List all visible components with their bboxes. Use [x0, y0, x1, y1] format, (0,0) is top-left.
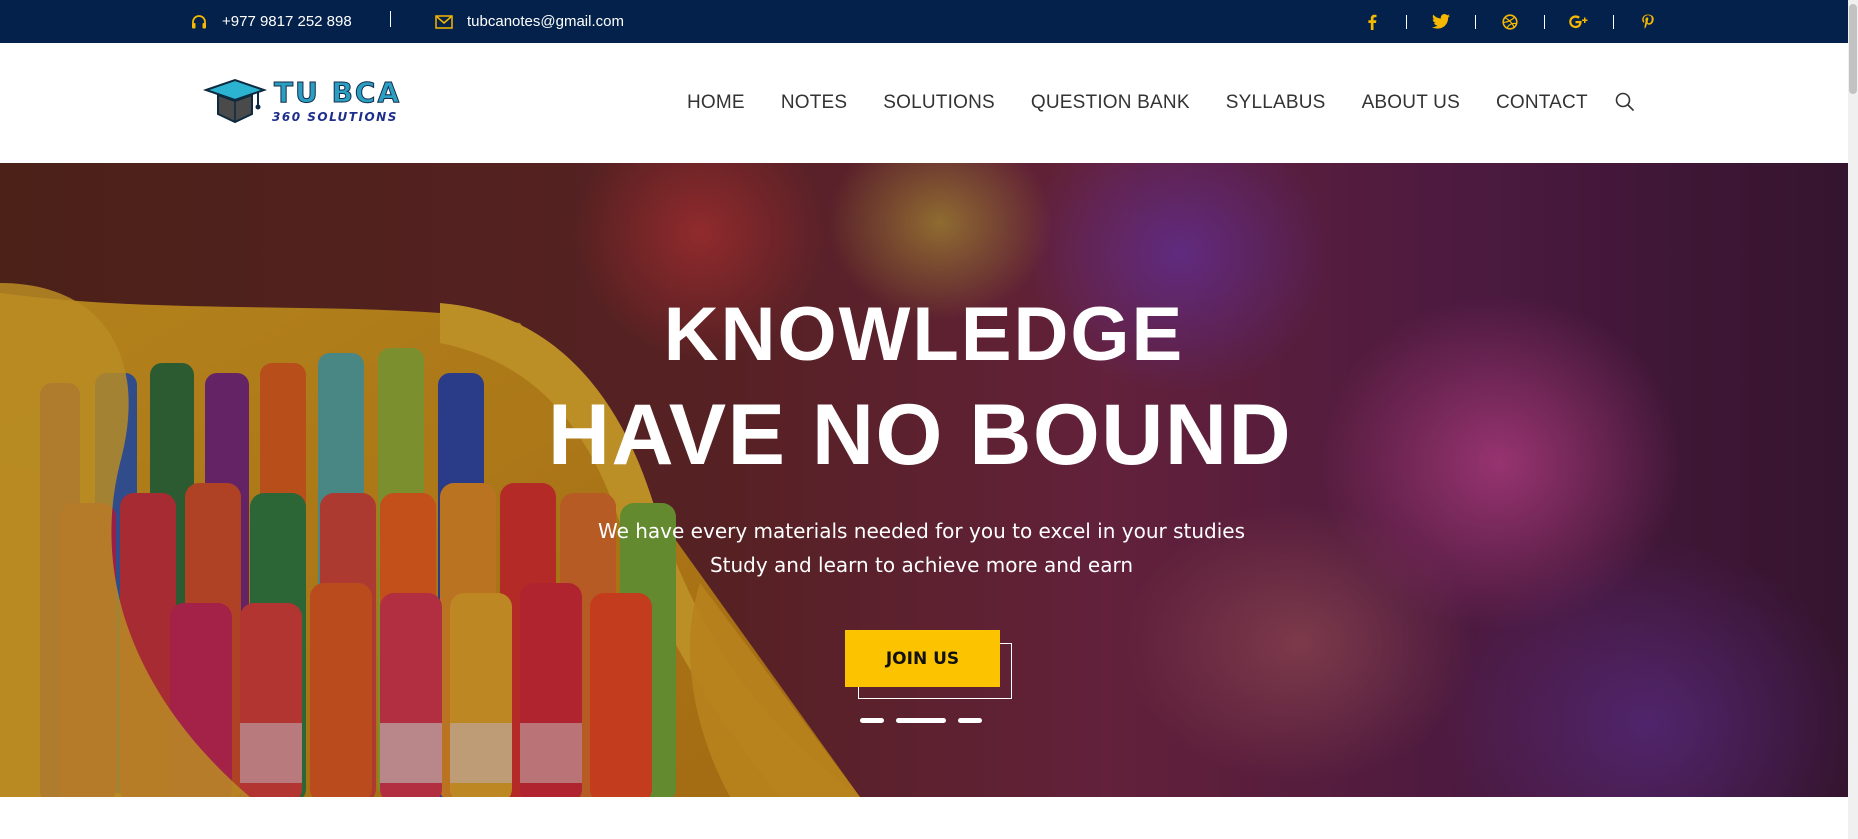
phone-number: +977 9817 252 898 — [222, 13, 352, 30]
join-us-button[interactable]: JOIN US — [845, 630, 1000, 687]
nav-home[interactable]: HOME — [687, 92, 745, 114]
envelope-icon — [435, 13, 453, 31]
phone-contact[interactable]: +977 9817 252 898 — [190, 0, 352, 43]
logo-subtitle: 360 SOLUTIONS — [272, 110, 398, 124]
divider — [1475, 14, 1476, 29]
nav-syllabus[interactable]: SYLLABUS — [1226, 92, 1326, 114]
hero-subtitle-line1: We have every materials needed for you t… — [597, 519, 1246, 543]
scrollbar-thumb[interactable] — [1849, 4, 1857, 94]
slider-dot[interactable] — [958, 718, 982, 723]
nav-solutions[interactable]: SOLUTIONS — [883, 92, 995, 114]
slider-pagination — [860, 718, 994, 723]
nav-notes[interactable]: NOTES — [781, 92, 847, 114]
email-address: tubcanotes@gmail.com — [467, 13, 624, 30]
site-header: TU BCA 360 SOLUTIONS HOME NOTES SOLUTION… — [0, 43, 1848, 163]
hero-title-line1: KNOWLEDGE — [663, 292, 1185, 377]
search-icon[interactable] — [1614, 91, 1636, 113]
divider — [1544, 14, 1545, 29]
google-plus-icon[interactable] — [1569, 12, 1589, 32]
twitter-icon[interactable] — [1431, 12, 1451, 32]
facebook-icon[interactable] — [1362, 12, 1382, 32]
divider — [1613, 14, 1614, 29]
scrollbar[interactable] — [1848, 0, 1858, 839]
social-links — [1362, 0, 1658, 43]
dribbble-icon[interactable] — [1500, 12, 1520, 32]
top-bar: +977 9817 252 898 tubcanotes@gmail.com — [0, 0, 1848, 43]
hero-title-line2: HAVE NO BOUND — [547, 387, 1293, 483]
nav-question-bank[interactable]: QUESTION BANK — [1031, 92, 1190, 114]
slider-dot[interactable] — [860, 718, 884, 723]
nav-about-us[interactable]: ABOUT US — [1362, 92, 1460, 114]
logo-title: TU BCA — [273, 76, 402, 110]
pinterest-icon[interactable] — [1638, 12, 1658, 32]
email-contact[interactable]: tubcanotes@gmail.com — [435, 0, 624, 43]
hero-subtitle-line2: Study and learn to achieve more and earn — [709, 553, 1134, 577]
divider — [1406, 14, 1407, 29]
headphones-icon — [190, 13, 208, 31]
nav-contact[interactable]: CONTACT — [1496, 92, 1588, 114]
hero-slider: KNOWLEDGE HAVE NO BOUND We have every ma… — [0, 163, 1848, 797]
graduation-cap-icon — [202, 78, 268, 124]
site-logo[interactable]: TU BCA 360 SOLUTIONS — [202, 76, 407, 128]
join-us-cta: JOIN US — [845, 630, 1013, 700]
slider-dot-active[interactable] — [896, 718, 946, 723]
divider — [390, 11, 391, 27]
main-nav: HOME NOTES SOLUTIONS QUESTION BANK SYLLA… — [687, 43, 1624, 163]
